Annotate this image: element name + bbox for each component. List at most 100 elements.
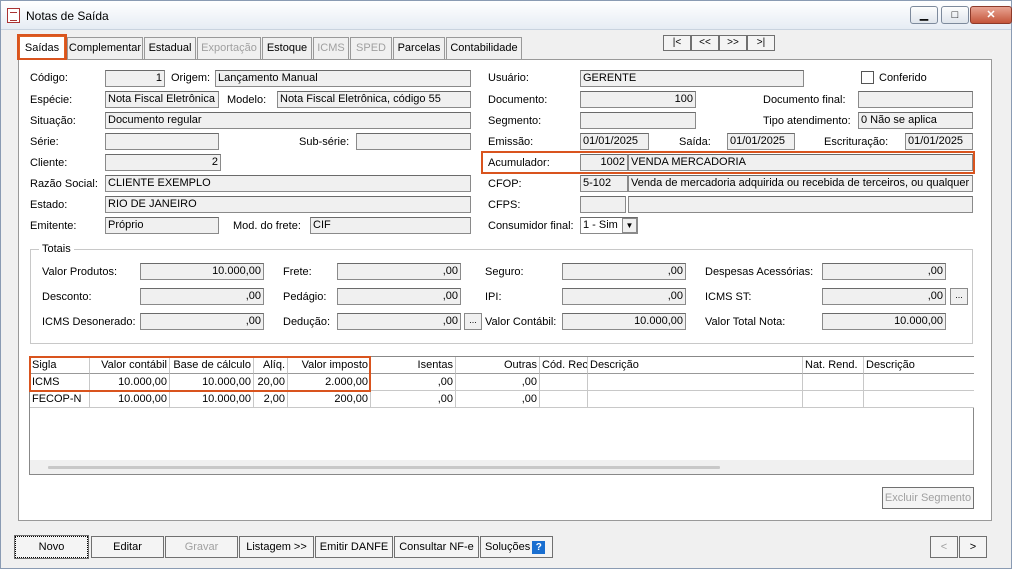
- first-record-button[interactable]: |<: [663, 35, 691, 51]
- table-cell[interactable]: [540, 391, 588, 408]
- emitente-label: Emitente:: [30, 220, 77, 232]
- grid-header-nat-rend[interactable]: Nat. Rend.: [803, 357, 864, 374]
- grid-header-descricao[interactable]: Descrição: [588, 357, 803, 374]
- emissao-field[interactable]: 01/01/2025: [580, 133, 649, 150]
- grid-header-cod-rec[interactable]: Cód. Rec.: [540, 357, 588, 374]
- codigo-field[interactable]: 1: [105, 70, 165, 87]
- razao-social-field[interactable]: CLIENTE EXEMPLO: [105, 175, 471, 192]
- origem-label: Origem:: [171, 72, 211, 84]
- close-button[interactable]: ✕: [970, 6, 1012, 24]
- documento-field[interactable]: 100: [580, 91, 696, 108]
- tab-sped[interactable]: SPED: [350, 37, 392, 59]
- table-cell[interactable]: 10.000,00: [90, 391, 170, 408]
- maximize-button[interactable]: □: [941, 6, 969, 24]
- escrituracao-field[interactable]: 01/01/2025: [905, 133, 973, 150]
- emitente-field[interactable]: Próprio: [105, 217, 219, 234]
- tab-icms[interactable]: ICMS: [313, 37, 349, 59]
- table-cell[interactable]: 200,00: [288, 391, 371, 408]
- tab-estadual[interactable]: Estadual: [144, 37, 196, 59]
- icms-desonerado-field[interactable]: ,00: [140, 313, 264, 330]
- modelo-field[interactable]: Nota Fiscal Eletrônica, código 55: [277, 91, 471, 108]
- novo-button[interactable]: Novo: [14, 535, 89, 559]
- table-cell[interactable]: [864, 391, 974, 408]
- conferido-label: Conferido: [879, 72, 927, 84]
- table-cell[interactable]: [588, 374, 803, 391]
- next-page-button[interactable]: >: [959, 536, 987, 558]
- pedagio-field[interactable]: ,00: [337, 288, 461, 305]
- emitir-danfe-button[interactable]: Emitir DANFE: [315, 536, 393, 558]
- estado-field[interactable]: RIO DE JANEIRO: [105, 196, 471, 213]
- situacao-field[interactable]: Documento regular: [105, 112, 471, 129]
- next-record-button[interactable]: >>: [719, 35, 747, 51]
- table-cell[interactable]: 2,00: [254, 391, 288, 408]
- table-cell[interactable]: [803, 391, 864, 408]
- tab-complementar[interactable]: Complementar: [67, 37, 143, 59]
- cfps-code-field[interactable]: [580, 196, 626, 213]
- documento-final-label: Documento final:: [763, 94, 846, 106]
- icms-desonerado-label: ICMS Desonerado:: [42, 316, 136, 328]
- table-cell[interactable]: ,00: [371, 374, 456, 391]
- escrituracao-label: Escrituração:: [824, 136, 889, 148]
- minimize-button[interactable]: ▁: [910, 6, 938, 24]
- valor-contabil-field[interactable]: 10.000,00: [562, 313, 686, 330]
- table-cell[interactable]: [540, 374, 588, 391]
- consultar-nfe-button[interactable]: Consultar NF-e: [394, 536, 479, 558]
- tab-contabilidade[interactable]: Contabilidade: [446, 37, 522, 59]
- valor-total-field[interactable]: 10.000,00: [822, 313, 946, 330]
- table-cell[interactable]: ,00: [456, 374, 540, 391]
- tipo-atendimento-field[interactable]: 0 Não se aplica: [858, 112, 973, 129]
- documento-final-field[interactable]: [858, 91, 973, 108]
- origem-field[interactable]: Lançamento Manual: [215, 70, 471, 87]
- horizontal-scrollbar[interactable]: [48, 466, 720, 469]
- frete-label: Mod. do frete:: [233, 220, 301, 232]
- seguro-field[interactable]: ,00: [562, 263, 686, 280]
- valor-produtos-field[interactable]: 10.000,00: [140, 263, 264, 280]
- table-cell[interactable]: [864, 374, 974, 391]
- tab-estoque[interactable]: Estoque: [262, 37, 312, 59]
- saida-field[interactable]: 01/01/2025: [727, 133, 795, 150]
- serie-field[interactable]: [105, 133, 219, 150]
- table-cell[interactable]: 10.000,00: [170, 391, 254, 408]
- subserie-field[interactable]: [356, 133, 471, 150]
- table-cell[interactable]: FECOP-N: [30, 391, 90, 408]
- tab-exportacao[interactable]: Exportação: [197, 37, 261, 59]
- solucoes-button[interactable]: Soluções?: [480, 536, 553, 558]
- frete-field[interactable]: CIF: [310, 217, 471, 234]
- previous-record-button[interactable]: <<: [691, 35, 719, 51]
- excluir-segmento-button[interactable]: Excluir Segmento: [882, 487, 974, 509]
- frete-total-field[interactable]: ,00: [337, 263, 461, 280]
- document-icon: [7, 8, 20, 23]
- deducao-label: Dedução:: [283, 316, 331, 328]
- icms-row-highlight: [29, 356, 371, 392]
- grid-header-isentas[interactable]: Isentas: [371, 357, 456, 374]
- previous-page-button[interactable]: <: [930, 536, 958, 558]
- segmento-field[interactable]: [580, 112, 696, 129]
- icms-st-field[interactable]: ,00: [822, 288, 946, 305]
- usuario-field[interactable]: GERENTE: [580, 70, 804, 87]
- deducao-field[interactable]: ,00: [337, 313, 461, 330]
- chevron-down-icon[interactable]: ▼: [622, 218, 637, 233]
- last-record-button[interactable]: >|: [747, 35, 775, 51]
- icms-st-ellipsis-button[interactable]: ...: [950, 288, 968, 305]
- conferido-checkbox[interactable]: [861, 71, 874, 84]
- table-cell[interactable]: ,00: [456, 391, 540, 408]
- cfps-desc-field[interactable]: [628, 196, 973, 213]
- desconto-field[interactable]: ,00: [140, 288, 264, 305]
- table-cell[interactable]: [588, 391, 803, 408]
- listagem-button[interactable]: Listagem >>: [239, 536, 314, 558]
- ipi-field[interactable]: ,00: [562, 288, 686, 305]
- valor-total-label: Valor Total Nota:: [705, 316, 786, 328]
- editar-button[interactable]: Editar: [91, 536, 164, 558]
- cliente-field[interactable]: 2: [105, 154, 221, 171]
- cfop-code-field[interactable]: 5-102: [580, 175, 628, 192]
- deducao-ellipsis-button[interactable]: ...: [464, 313, 482, 330]
- tab-parcelas[interactable]: Parcelas: [393, 37, 445, 59]
- table-cell[interactable]: ,00: [371, 391, 456, 408]
- gravar-button[interactable]: Gravar: [165, 536, 238, 558]
- despesas-field[interactable]: ,00: [822, 263, 946, 280]
- grid-header-descricao-2[interactable]: Descrição: [864, 357, 974, 374]
- grid-header-outras[interactable]: Outras: [456, 357, 540, 374]
- especie-field[interactable]: Nota Fiscal Eletrônica: [105, 91, 219, 108]
- table-cell[interactable]: [803, 374, 864, 391]
- cfop-desc-field[interactable]: Venda de mercadoria adquirida ou recebid…: [628, 175, 973, 192]
